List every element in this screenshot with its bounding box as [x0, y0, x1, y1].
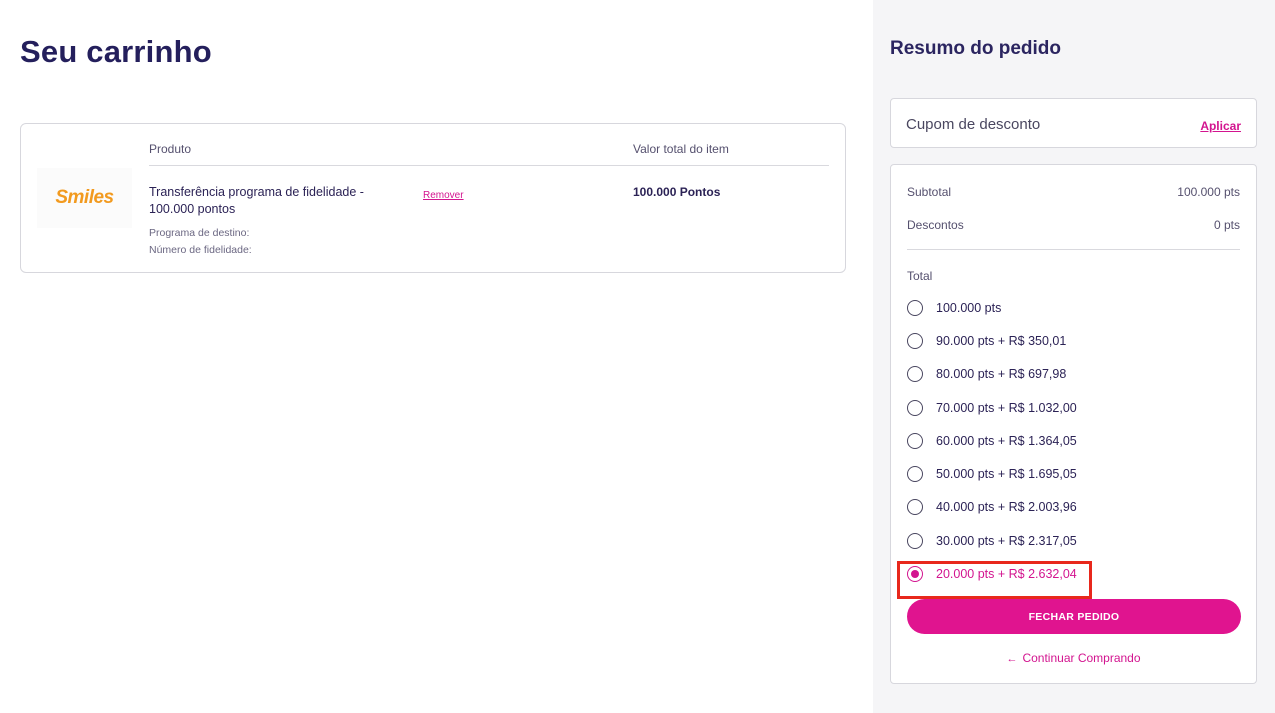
continue-shopping-label: Continuar Comprando	[1022, 651, 1141, 665]
discounts-label: Descontos	[907, 218, 964, 232]
radio-button[interactable]	[907, 400, 923, 416]
payment-option[interactable]: 40.000 pts + R$ 2.003,96	[907, 497, 1077, 517]
subtotal-value: 100.000 pts	[1177, 185, 1240, 199]
smiles-logo-text: Smiles	[55, 187, 114, 208]
item-total-value: 100.000 Pontos	[633, 185, 721, 199]
payment-option-label: 40.000 pts + R$ 2.003,96	[936, 500, 1077, 514]
radio-button[interactable]	[907, 466, 923, 482]
product-name: Transferência programa de fidelidade - 1…	[149, 185, 364, 216]
cart-item-card: Produto Valor total do item Smiles Trans…	[20, 123, 846, 273]
payment-option-label: 80.000 pts + R$ 697,98	[936, 367, 1067, 381]
payment-option[interactable]: 60.000 pts + R$ 1.364,05	[907, 431, 1077, 451]
coupon-label: Cupom de desconto	[906, 116, 1041, 133]
checkout-button[interactable]: FECHAR PEDIDO	[907, 599, 1241, 634]
loyalty-number-label: Número de fidelidade:	[149, 244, 252, 256]
payment-option[interactable]: 80.000 pts + R$ 697,98	[907, 364, 1066, 384]
page-title: Seu carrinho	[20, 34, 212, 69]
radio-button[interactable]	[907, 533, 923, 549]
radio-button-selected[interactable]	[907, 566, 923, 582]
discounts-row: Descontos 0 pts	[907, 218, 1240, 232]
radio-button[interactable]	[907, 300, 923, 316]
apply-coupon-link[interactable]: Aplicar	[1200, 119, 1241, 133]
destination-program-label: Programa de destino:	[149, 227, 250, 239]
payment-option-label: 30.000 pts + R$ 2.317,05	[936, 534, 1077, 548]
subtotal-row: Subtotal 100.000 pts	[907, 185, 1240, 199]
payment-option[interactable]: 50.000 pts + R$ 1.695,05	[907, 464, 1077, 484]
item-total-column-header: Valor total do item	[633, 142, 729, 156]
radio-button[interactable]	[907, 499, 923, 515]
summary-box: Subtotal 100.000 pts Descontos 0 pts Tot…	[890, 164, 1257, 684]
product-column-header: Produto	[149, 142, 192, 156]
coupon-box[interactable]: Cupom de desconto Aplicar	[890, 98, 1257, 148]
radio-button[interactable]	[907, 366, 923, 382]
continue-shopping-link[interactable]: ← Continuar Comprando	[891, 651, 1256, 665]
payment-option-label: 20.000 pts + R$ 2.632,04	[936, 567, 1077, 581]
order-summary-panel: Resumo do pedido Cupom de desconto Aplic…	[873, 0, 1275, 713]
payment-option-label: 90.000 pts + R$ 350,01	[936, 334, 1067, 348]
cart-section: Seu carrinho Produto Valor total do item…	[0, 0, 873, 713]
payment-option[interactable]: 100.000 pts	[907, 298, 1001, 318]
payment-option[interactable]: 90.000 pts + R$ 350,01	[907, 331, 1066, 351]
arrow-left-icon: ←	[1006, 653, 1018, 665]
payment-option[interactable]: 70.000 pts + R$ 1.032,00	[907, 398, 1077, 418]
payment-option-label: 60.000 pts + R$ 1.364,05	[936, 434, 1077, 448]
summary-divider	[907, 249, 1240, 250]
payment-option-selected[interactable]: 20.000 pts + R$ 2.632,04	[897, 561, 1092, 599]
subtotal-label: Subtotal	[907, 185, 952, 199]
radio-button[interactable]	[907, 433, 923, 449]
remove-item-link[interactable]: Remover	[423, 190, 464, 201]
radio-button[interactable]	[907, 333, 923, 349]
header-divider	[149, 165, 829, 166]
order-summary-title: Resumo do pedido	[890, 38, 1061, 59]
payment-option-label: 100.000 pts	[936, 301, 1002, 315]
smiles-logo: Smiles	[37, 168, 132, 228]
payment-option[interactable]: 30.000 pts + R$ 2.317,05	[907, 531, 1077, 551]
total-label: Total	[907, 269, 933, 283]
discounts-value: 0 pts	[1213, 218, 1240, 232]
payment-option-label: 50.000 pts + R$ 1.695,05	[936, 467, 1077, 481]
payment-option-label: 70.000 pts + R$ 1.032,00	[936, 401, 1077, 415]
